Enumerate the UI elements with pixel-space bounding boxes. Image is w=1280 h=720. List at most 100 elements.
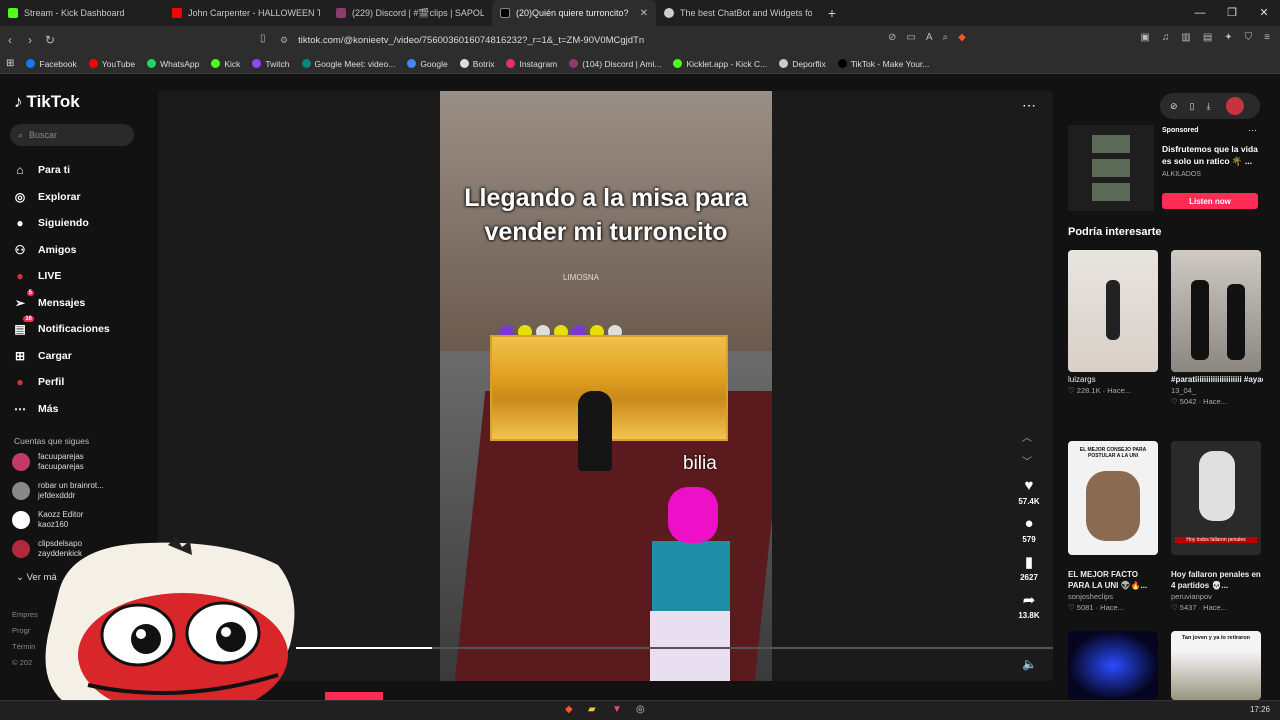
forward-icon[interactable]: › bbox=[20, 33, 40, 47]
tab-tiktok-active[interactable]: (20)Quién quiere turroncito? ✕ bbox=[492, 0, 656, 26]
translate-icon[interactable]: A bbox=[926, 32, 933, 43]
back-icon[interactable]: ‹ bbox=[0, 33, 20, 47]
sidebar-item-amigos[interactable]: ⚇ Amigos bbox=[12, 237, 152, 264]
wallet-icon[interactable]: ▤ bbox=[1203, 32, 1212, 43]
like-button[interactable]: ♥ 57.4K bbox=[1012, 477, 1046, 506]
screenshot-icon[interactable]: ▣ bbox=[1140, 32, 1149, 43]
account-item[interactable]: robar un brainrot... jefdexdddr bbox=[12, 481, 104, 501]
ad-options-icon[interactable]: ⋯ bbox=[1248, 125, 1257, 136]
sidebar-item-notificaciones[interactable]: ▤ 16 Notificaciones bbox=[12, 316, 152, 343]
video-frame[interactable] bbox=[440, 91, 772, 681]
zoom-icon[interactable]: ⌕ bbox=[943, 32, 949, 43]
explore-icon[interactable]: ⊘ bbox=[1170, 101, 1178, 112]
bookmark-item[interactable]: WhatsApp bbox=[147, 59, 199, 69]
bookmark-item[interactable]: Google bbox=[407, 59, 448, 69]
bookmark-item[interactable]: Twitch bbox=[252, 59, 290, 69]
top-right-controls: ⊘ ▯ ⤓ bbox=[1160, 93, 1260, 119]
tab-chatbot[interactable]: The best ChatBot and Widgets for Ki bbox=[656, 0, 820, 26]
suggestion-card[interactable] bbox=[1068, 631, 1160, 700]
brave-taskbar-icon[interactable]: ◆ bbox=[565, 704, 573, 715]
sidebar-item-siguiendo[interactable]: ● Siguiendo bbox=[12, 210, 152, 237]
suggestion-card[interactable]: EL MEJOR CONSEJO PARA POSTULAR A LA UNI … bbox=[1068, 441, 1160, 613]
new-tab-button[interactable]: + bbox=[820, 5, 844, 21]
previous-video-icon[interactable]: ︿ bbox=[1022, 429, 1032, 444]
ad-thumbnail[interactable] bbox=[1068, 125, 1154, 211]
notification-badge: 5 bbox=[26, 289, 34, 296]
more-options-icon[interactable]: ⋯ bbox=[1022, 97, 1036, 114]
close-window-icon[interactable]: ✕ bbox=[1248, 0, 1280, 26]
heart-icon: ♥ bbox=[1024, 477, 1034, 494]
download-icon[interactable]: ⤓ bbox=[1207, 101, 1211, 112]
listen-now-button[interactable]: Listen now bbox=[1162, 193, 1258, 209]
discord-icon bbox=[336, 8, 346, 18]
bookmark-page-icon[interactable]: ▯ bbox=[260, 33, 266, 44]
comment-button[interactable]: ● 579 bbox=[1012, 515, 1046, 544]
progress-fill bbox=[296, 647, 433, 649]
sponsored-ad: Sponsored ⋯ Disfrutemos que la vida es s… bbox=[1068, 125, 1268, 215]
suggestion-card[interactable]: luizargs ♡ 228.1K · Hace... bbox=[1068, 250, 1160, 396]
cast-icon[interactable]: ▭ bbox=[906, 32, 915, 43]
following-icon: ● bbox=[16, 216, 24, 231]
sidebar-item-perfil[interactable]: ● Perfil bbox=[12, 369, 152, 396]
close-tab-icon[interactable]: ✕ bbox=[640, 8, 648, 19]
music-icon[interactable]: ♫ bbox=[1162, 32, 1170, 43]
vpn-icon[interactable]: ⛉ bbox=[1245, 32, 1253, 43]
sidebar-toggle-icon[interactable]: ▥ bbox=[1181, 32, 1190, 43]
reader-icon[interactable]: ⊘ bbox=[888, 32, 896, 43]
suggestion-card[interactable]: Hoy todos fallaron penales Hoy fallaron … bbox=[1171, 441, 1263, 613]
apps-icon[interactable]: ⊞ bbox=[6, 58, 14, 69]
device-icon[interactable]: ▯ bbox=[1190, 101, 1195, 112]
volume-icon[interactable]: 🔈 bbox=[1022, 657, 1037, 671]
account-item[interactable]: facuuparejas facuuparejas bbox=[12, 452, 84, 472]
kick-icon bbox=[8, 8, 18, 18]
save-button[interactable]: ▮ 2627 bbox=[1012, 553, 1046, 582]
site-info-icon[interactable]: ⚙ bbox=[280, 35, 288, 46]
account-item[interactable]: Kaozz Editor kaoz160 bbox=[12, 510, 83, 530]
obs-taskbar-icon[interactable]: ◎ bbox=[636, 704, 645, 715]
bookmark-icon bbox=[837, 59, 847, 68]
sidebar-item-para-ti[interactable]: ⌂ Para ti bbox=[12, 157, 152, 184]
sidebar-item-mensajes[interactable]: ➢ 5 Mensajes bbox=[12, 289, 152, 317]
sidebar-item-cargar[interactable]: ⊞ Cargar bbox=[12, 343, 152, 370]
suggestion-card[interactable]: Tan joven y ya lo retiraron bbox=[1171, 631, 1263, 700]
minimize-icon[interactable]: — bbox=[1184, 0, 1216, 26]
avatar bbox=[12, 482, 30, 500]
folder-taskbar-icon[interactable]: ▰ bbox=[588, 704, 596, 715]
system-clock: 17:26 bbox=[1249, 705, 1270, 714]
bookmark-item[interactable]: Google Meet: video... bbox=[301, 59, 395, 69]
pink-avatar bbox=[650, 487, 730, 681]
bookmark-item[interactable]: Facebook bbox=[26, 59, 77, 69]
tab-kick-dashboard[interactable]: Stream - Kick Dashboard bbox=[0, 0, 164, 26]
windows-taskbar: ◆ ▰ ▼ ◎ 17:26 bbox=[0, 700, 1280, 720]
tiktok-logo[interactable]: ♪ TikTok bbox=[14, 92, 80, 112]
profile-avatar[interactable] bbox=[1226, 97, 1245, 115]
sidebar-item-más[interactable]: ⋯ Más bbox=[12, 396, 152, 423]
bookmark-item[interactable]: TikTok - Make Your... bbox=[837, 59, 929, 69]
bookmark-item[interactable]: (104) Discord | Ami... bbox=[569, 59, 661, 69]
menu-icon[interactable]: ≡ bbox=[1264, 32, 1270, 43]
stream-progress-marker bbox=[325, 692, 383, 700]
next-video-icon[interactable]: ﹀ bbox=[1022, 453, 1032, 468]
tab-discord[interactable]: (229) Discord | #🎬clips | SAPOLIO bbox=[328, 0, 492, 26]
video-progress-bar[interactable] bbox=[296, 647, 1053, 649]
restore-icon[interactable]: ❐ bbox=[1216, 0, 1248, 26]
share-button[interactable]: ➦ 13.8K bbox=[1012, 591, 1046, 620]
bookmark-item[interactable]: Kicklet.app - Kick C... bbox=[673, 59, 767, 69]
bookmark-item[interactable]: Botrix bbox=[459, 59, 494, 69]
sidebar-item-live[interactable]: ● LIVE bbox=[12, 263, 152, 290]
ai-icon[interactable]: ✦ bbox=[1224, 32, 1232, 43]
video-thumbnail: Hoy todos fallaron penales bbox=[1171, 441, 1261, 555]
bookmark-item[interactable]: YouTube bbox=[88, 59, 135, 69]
bookmark-item[interactable]: Deporflix bbox=[779, 59, 826, 69]
brave-shield-icon[interactable]: ◆ bbox=[958, 32, 966, 43]
search-input[interactable]: ⌕ Buscar bbox=[10, 124, 134, 146]
tab-halloween[interactable]: John Carpenter - HALLOWEEN Theme bbox=[164, 0, 328, 26]
sidebar-item-explorar[interactable]: ◎ Explorar bbox=[12, 184, 152, 211]
bookmark-icon bbox=[252, 59, 262, 68]
reload-icon[interactable]: ↻ bbox=[40, 33, 60, 47]
bookmark-item[interactable]: Instagram bbox=[506, 59, 557, 69]
app-taskbar-icon[interactable]: ▼ bbox=[612, 704, 622, 715]
suggestion-card[interactable]: #paratiiiiiiiiiiiiiiiiiiiii #ayacucho_pe… bbox=[1171, 250, 1263, 407]
bookmark-item[interactable]: Kick bbox=[211, 59, 240, 69]
more-icon: ⋯ bbox=[14, 401, 26, 416]
